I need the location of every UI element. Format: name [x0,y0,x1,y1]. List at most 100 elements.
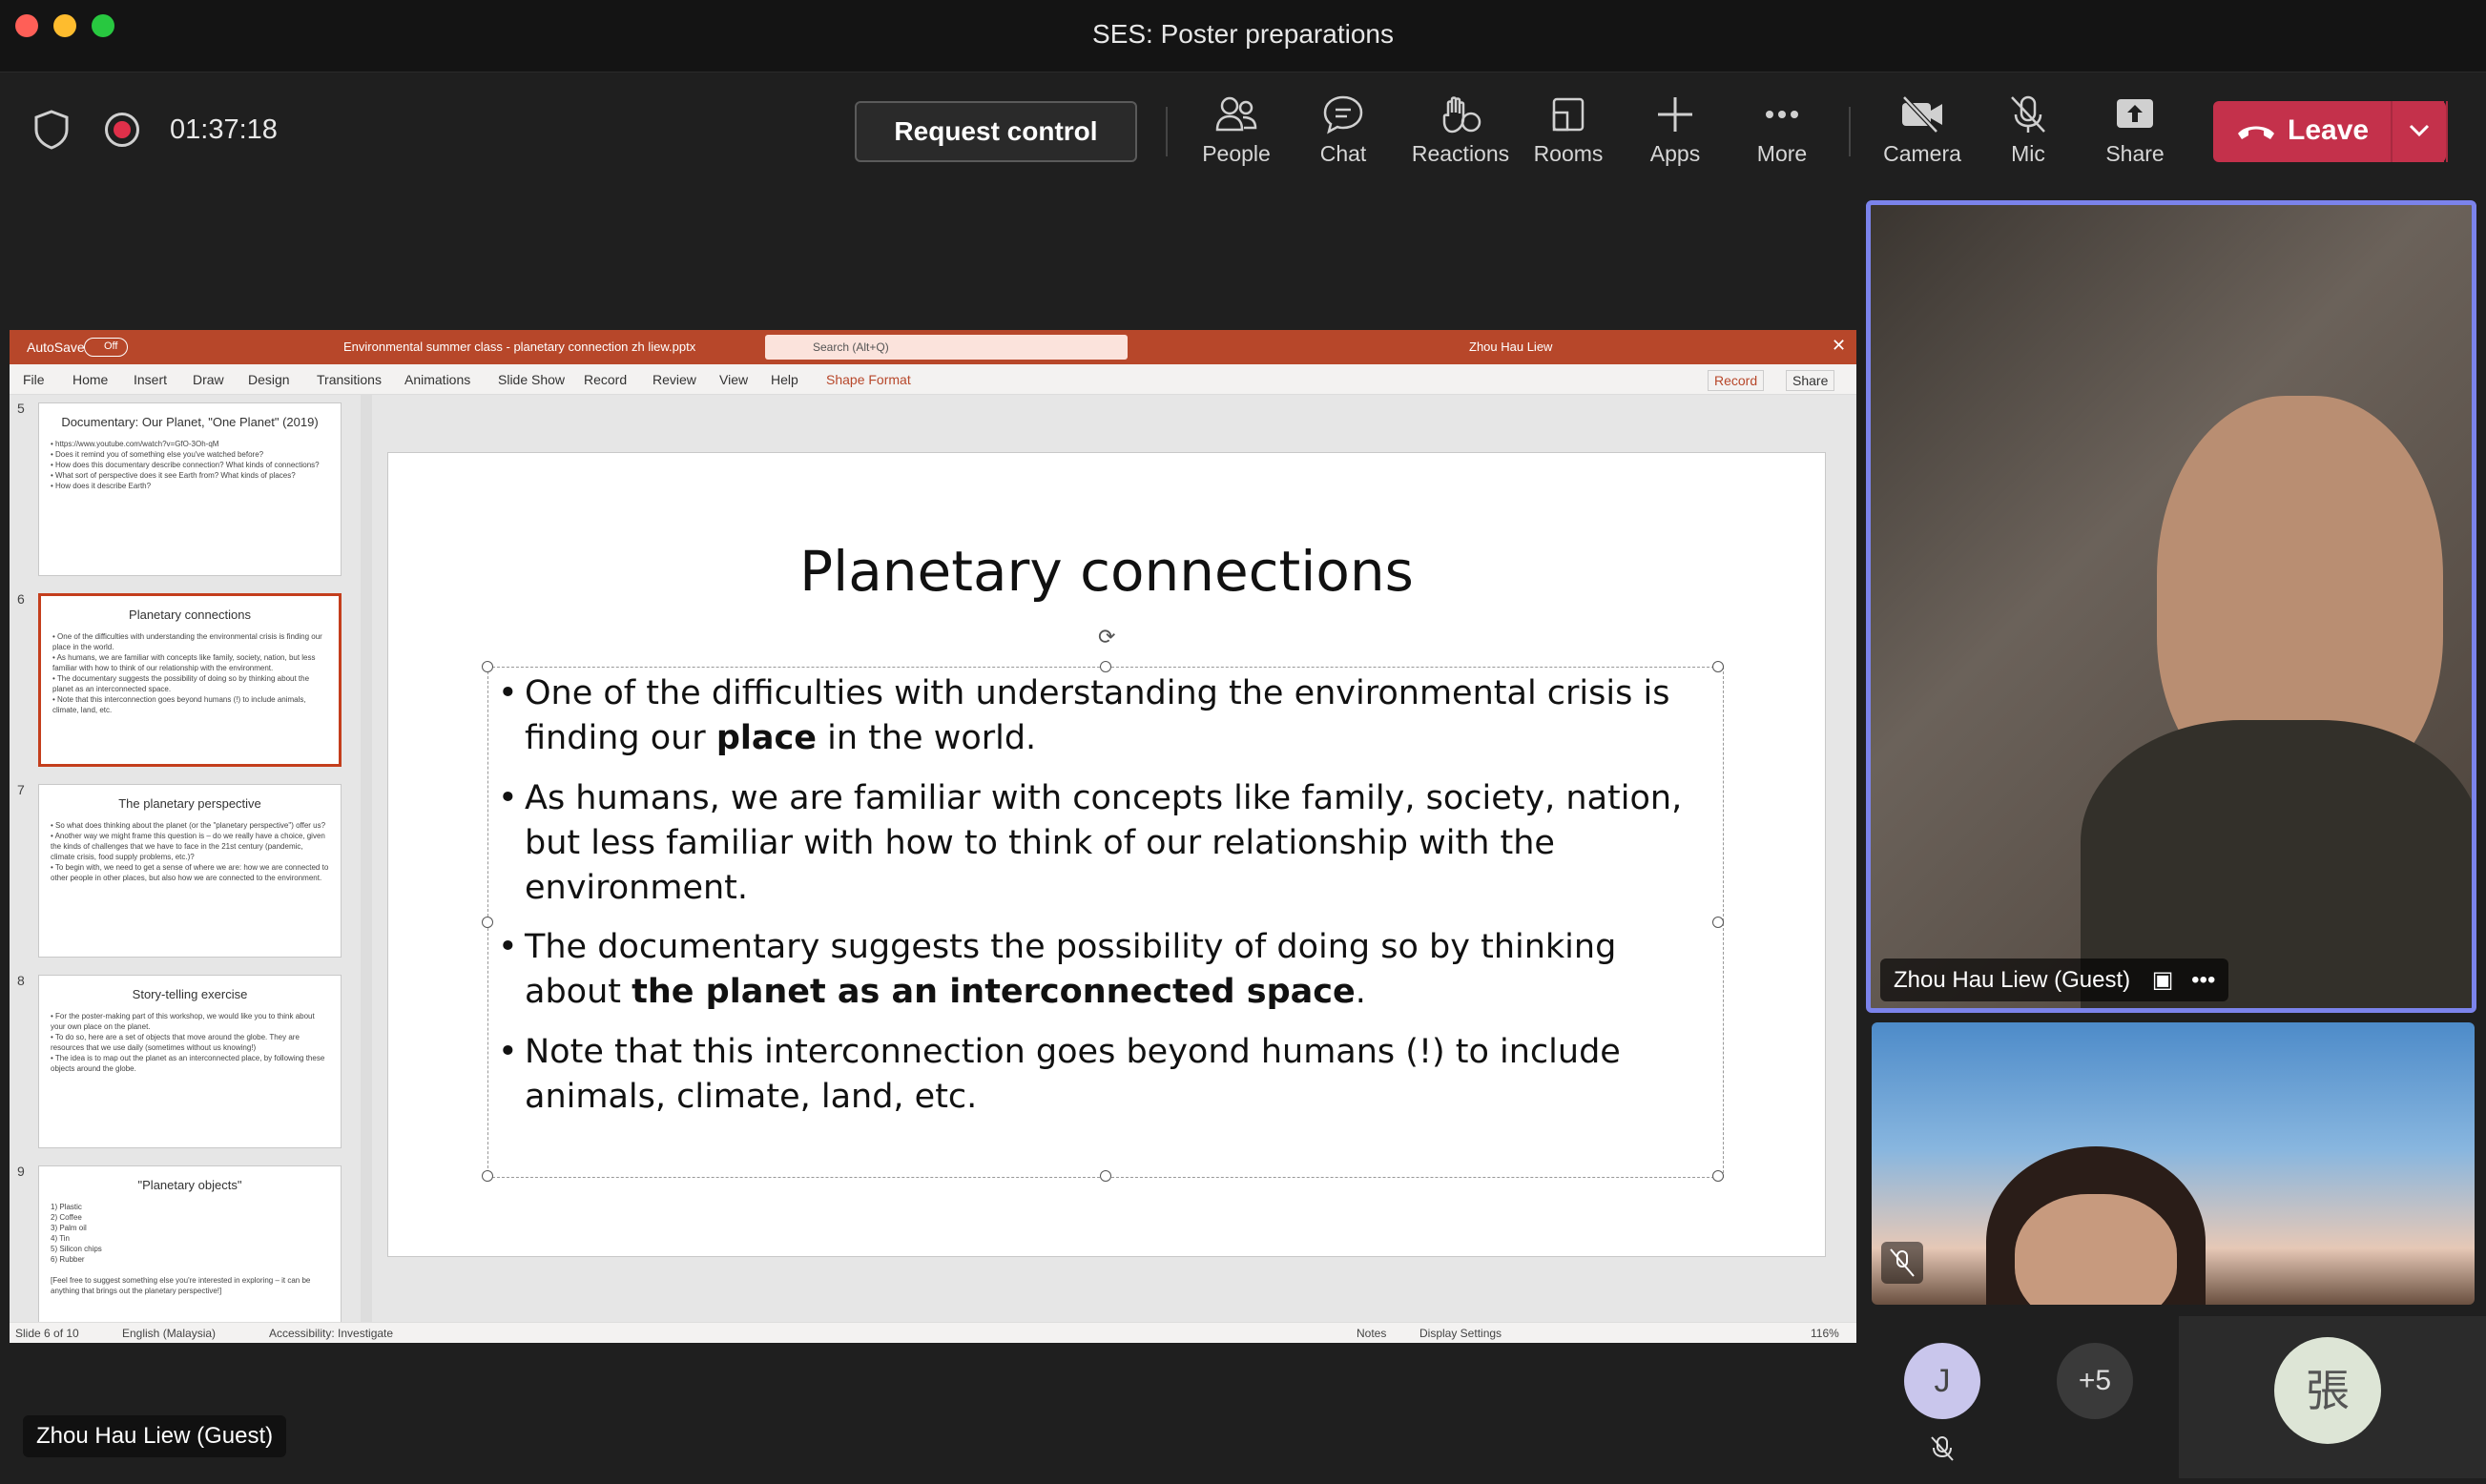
ppt-filename: Environmental summer class - planetary c… [343,340,696,354]
ppt-close-icon[interactable]: ✕ [1832,336,1846,356]
ppt-record-button[interactable]: Record [1708,370,1765,391]
rotate-handle-icon[interactable]: ⟳ [1098,625,1115,649]
resize-handle[interactable] [482,661,493,672]
ppt-statusbar: Slide 6 of 10 English (Malaysia) Accessi… [10,1322,1856,1343]
slide-thumbnail[interactable]: Story-telling exercise • For the poster-… [38,975,342,1148]
thumb-title: Story-telling exercise [132,987,248,1001]
status-zoom[interactable]: 116% [1811,1327,1839,1340]
ppt-search-placeholder: Search (Alt+Q) [813,340,889,354]
rooms-label: Rooms [1533,141,1604,166]
participant-tile[interactable]: 張 [2179,1316,2486,1478]
share-button[interactable]: Share [2087,90,2183,175]
autosave-toggle[interactable]: Off [84,338,128,357]
apps-label: Apps [1649,141,1701,166]
resize-handle[interactable] [1712,917,1724,928]
bullet-bold-text: place [715,719,817,757]
ribbon-tab-help[interactable]: Help [771,372,798,387]
shield-icon[interactable] [32,109,71,155]
ribbon-tab-design[interactable]: Design [248,372,290,387]
thumb-body: • One of the difficulties with understan… [52,632,322,714]
ribbon-tab-transitions[interactable]: Transitions [317,372,382,387]
people-button[interactable]: People [1189,90,1284,175]
participant-video-face [2015,1194,2177,1305]
slide-thumbnail-selected[interactable]: Planetary connections • One of the diffi… [38,593,342,767]
bullet-text: As humans, we are familiar with concepts… [525,779,1683,907]
people-label: People [1202,141,1271,166]
ribbon-tab-review[interactable]: Review [653,372,696,387]
bullet-bold-text: the planet as an interconnected space [632,973,1356,1011]
mic-off-icon [1881,1242,1923,1284]
window-titlebar: SES: Poster preparations [0,0,2486,72]
slide-title[interactable]: Planetary connections [388,539,1825,604]
video-tile-second[interactable] [1872,1022,2475,1305]
resize-handle[interactable] [1100,1170,1111,1182]
more-button[interactable]: More [1734,90,1830,175]
rooms-button[interactable]: Rooms [1521,90,1616,175]
camera-button[interactable]: Camera [1872,90,1973,175]
ppt-search-box[interactable]: Search (Alt+Q) [765,335,1128,360]
avatar[interactable]: J [1904,1343,1980,1419]
resize-handle[interactable] [1712,1170,1724,1182]
ribbon-tab-home[interactable]: Home [73,372,108,387]
status-language[interactable]: English (Malaysia) [122,1327,216,1340]
bullet-text: Note that this interconnection goes beyo… [525,1033,1621,1116]
share-label: Share [2105,141,2165,166]
request-control-button[interactable]: Request control [855,101,1137,162]
slide-bullet: Note that this interconnection goes beyo… [498,1030,1708,1120]
participant-name: Zhou Hau Liew (Guest) [1894,967,2131,993]
thumb-body: 1) Plastic 2) Coffee 3) Palm oil 4) Tin … [51,1203,311,1295]
slide-thumbnail[interactable]: Documentary: Our Planet, "One Planet" (2… [38,402,342,576]
reactions-button[interactable]: Reactions [1408,90,1513,175]
video-tile-main[interactable]: Zhou Hau Liew (Guest) ▣ ••• [1866,200,2476,1013]
more-participants-button[interactable]: +5 [2057,1343,2133,1419]
more-icon [1766,111,1798,118]
slide-thumbnail[interactable]: "Planetary objects" 1) Plastic 2) Coffee… [38,1165,342,1322]
thumb-number: 8 [17,973,25,988]
slide-thumbnail[interactable]: The planetary perspective • So what does… [38,784,342,958]
plus-icon [1658,97,1692,132]
more-options-icon[interactable]: ••• [2191,967,2215,993]
ribbon-tab-view[interactable]: View [719,372,748,387]
mic-label: Mic [2011,141,2045,166]
thumbs-scrollbar[interactable] [361,395,372,1322]
chat-label: Chat [1319,141,1367,166]
ribbon-tab-slide-show[interactable]: Slide Show [498,372,565,387]
rooms-icon [1552,97,1585,132]
status-notes-button[interactable]: Notes [1357,1327,1386,1340]
status-display-settings[interactable]: Display Settings [1419,1327,1502,1340]
chevron-down-icon [2409,124,2430,137]
ribbon-tab-animations[interactable]: Animations [404,372,470,387]
reactions-icon [1442,96,1481,134]
toolbar-divider [1849,107,1851,156]
camera-label: Camera [1883,141,1961,166]
ribbon-tab-file[interactable]: File [23,372,45,387]
ppt-ribbon: File Home Insert Draw Design Transitions… [10,364,1856,395]
resize-handle[interactable] [482,917,493,928]
ppt-share-button[interactable]: Share [1786,370,1835,391]
ribbon-tab-insert[interactable]: Insert [134,372,167,387]
phone-hangup-icon [2238,126,2274,139]
ribbon-tab-record[interactable]: Record [584,372,627,387]
status-accessibility[interactable]: Accessibility: Investigate [269,1327,393,1340]
mic-button[interactable]: Mic [1980,90,2076,175]
thumb-body: • For the poster-making part of this wor… [51,1012,325,1073]
leave-options-button[interactable] [2391,101,2446,162]
toolbar-divider [1166,107,1168,156]
presenter-name-tag: Zhou Hau Liew (Guest) [23,1415,287,1457]
bullet-text: in the world. [816,719,1037,757]
slide-textbox[interactable]: One of the difficulties with understandi… [482,661,1724,1182]
apps-button[interactable]: Apps [1627,90,1723,175]
slide-bullet: As humans, we are familiar with concepts… [498,776,1708,911]
thumb-number: 5 [17,401,25,416]
resize-handle[interactable] [1712,661,1724,672]
thumb-title: Planetary connections [129,608,251,622]
autosave-label: AutoSave [27,340,85,355]
more-label: More [1756,141,1808,166]
ppt-user-name: Zhou Hau Liew [1469,340,1553,354]
ribbon-tab-shape-format[interactable]: Shape Format [826,372,911,387]
recording-indicator [105,113,139,147]
avatar: 張 [2274,1337,2381,1444]
resize-handle[interactable] [482,1170,493,1182]
chat-button[interactable]: Chat [1295,90,1391,175]
ribbon-tab-draw[interactable]: Draw [193,372,224,387]
